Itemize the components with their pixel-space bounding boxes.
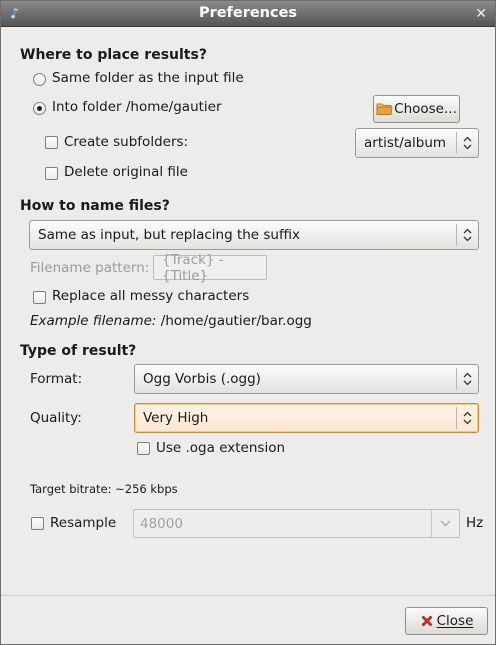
format-label: Format: [30, 371, 83, 387]
oga-extension-label[interactable]: Use .oga extension [156, 440, 285, 456]
same-folder-radio[interactable] [33, 73, 46, 86]
close-button-label: Close [436, 613, 474, 629]
into-folder-label[interactable]: Into folder /home/gautier [52, 99, 222, 115]
quality-select[interactable]: Very High [134, 403, 479, 433]
updown-arrows-icon [456, 368, 478, 390]
naming-mode-select[interactable]: Same as input, but replacing the suffix [29, 220, 479, 250]
format-value: Ogg Vorbis (.ogg) [143, 371, 261, 387]
placement-heading: Where to place results? [20, 47, 207, 63]
resample-checkbox[interactable] [31, 517, 44, 530]
subfolder-pattern-select[interactable]: artist/album [355, 128, 479, 158]
resample-rate-input[interactable]: 48000 [133, 509, 460, 538]
close-button[interactable]: Close [405, 607, 488, 635]
into-folder-radio[interactable] [33, 102, 46, 115]
quality-value: Very High [143, 410, 209, 426]
create-subfolders-label[interactable]: Create subfolders: [64, 134, 188, 150]
naming-mode-value: Same as input, but replacing the suffix [38, 227, 301, 243]
quality-label: Quality: [30, 410, 82, 426]
filename-pattern-label: Filename pattern: [30, 260, 150, 276]
resample-label[interactable]: Resample [50, 515, 116, 531]
window-close-icon[interactable]: ✕ [475, 6, 487, 22]
example-filename-label: Example filename: [30, 313, 157, 329]
titlebar: Preferences ✕ [1, 1, 495, 27]
folder-icon [376, 103, 393, 115]
updown-arrows-icon [456, 407, 478, 429]
naming-heading: How to name files? [20, 198, 170, 214]
example-filename: Example filename: /home/gautier/bar.ogg [30, 313, 312, 329]
delete-original-label[interactable]: Delete original file [64, 164, 188, 180]
chevron-down-icon[interactable] [431, 510, 459, 537]
filename-pattern-input[interactable]: {Track} - {Title} [153, 252, 267, 284]
delete-original-checkbox[interactable] [45, 167, 58, 180]
subfolder-pattern-value: artist/album [364, 135, 447, 151]
footer-separator [1, 595, 495, 596]
choose-folder-button[interactable]: Choose... [373, 95, 460, 123]
format-select[interactable]: Ogg Vorbis (.ogg) [134, 364, 479, 394]
oga-extension-checkbox[interactable] [137, 442, 150, 455]
create-subfolders-checkbox[interactable] [45, 136, 58, 149]
replace-messy-checkbox[interactable] [33, 291, 46, 304]
same-folder-label[interactable]: Same folder as the input file [52, 70, 244, 86]
hz-unit-label: Hz [466, 515, 484, 531]
result-heading: Type of result? [20, 343, 137, 359]
resample-rate-value: 48000 [140, 515, 183, 532]
updown-arrows-icon [456, 224, 478, 246]
target-bitrate-text: Target bitrate: ~256 kbps [30, 482, 178, 496]
preferences-window: Preferences ✕ Where to place results? Sa… [0, 0, 496, 645]
example-filename-value: /home/gautier/bar.ogg [160, 313, 312, 329]
updown-arrows-icon [456, 132, 478, 154]
window-title: Preferences [198, 5, 298, 21]
choose-button-label: Choose... [394, 101, 457, 117]
replace-messy-label[interactable]: Replace all messy characters [52, 288, 249, 304]
close-icon [421, 615, 433, 627]
